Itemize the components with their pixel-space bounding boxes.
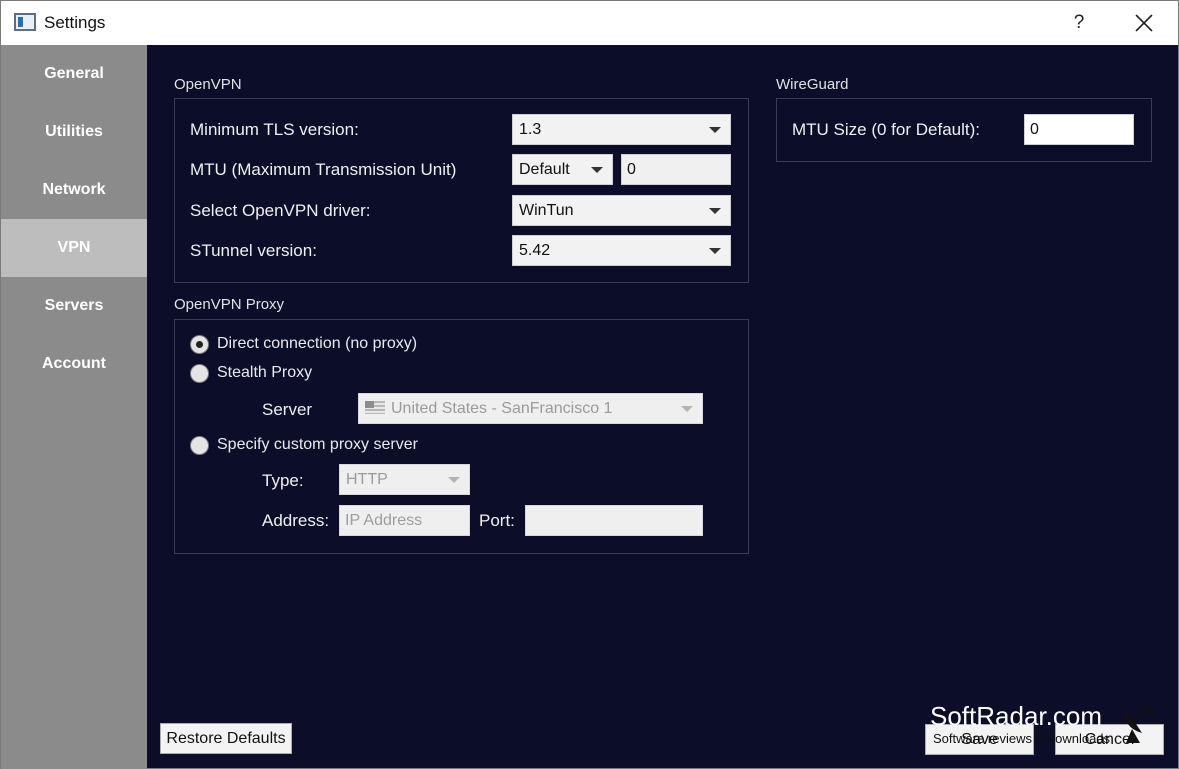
- driver-select[interactable]: WinTun: [512, 195, 731, 226]
- proxy-type-select[interactable]: HTTP: [339, 464, 470, 495]
- chevron-down-icon: [709, 248, 721, 254]
- sidebar-item-vpn[interactable]: VPN: [1, 219, 147, 277]
- type-label: Type:: [262, 471, 304, 490]
- direct-connection-radio[interactable]: [190, 335, 209, 354]
- mtu-mode-value: Default: [519, 161, 570, 178]
- close-button[interactable]: [1123, 5, 1165, 41]
- wireguard-mtu-label: MTU Size (0 for Default):: [792, 120, 980, 139]
- custom-proxy-radio[interactable]: [190, 436, 209, 455]
- port-input[interactable]: [525, 505, 703, 536]
- proxy-type-value: HTTP: [346, 471, 388, 488]
- driver-value: WinTun: [519, 202, 574, 219]
- address-input[interactable]: IP Address: [339, 505, 470, 536]
- sidebar-item-general[interactable]: General: [1, 45, 147, 103]
- sidebar: General Utilities Network VPN Servers Ac…: [1, 45, 147, 769]
- watermark-subtitle: Software reviews & downloads: [933, 731, 1111, 746]
- us-flag-icon: [365, 401, 385, 414]
- mtu-mode-select[interactable]: Default: [512, 154, 613, 185]
- softradar-watermark: SoftRadar.com Software reviews & downloa…: [930, 701, 1160, 751]
- sidebar-item-network[interactable]: Network: [1, 161, 147, 219]
- chevron-down-icon: [448, 477, 460, 483]
- driver-label: Select OpenVPN driver:: [190, 201, 371, 220]
- stealth-proxy-radio[interactable]: [190, 364, 209, 383]
- openvpn-section-title: OpenVPN: [174, 76, 242, 93]
- chevron-down-icon: [681, 406, 693, 412]
- min-tls-label: Minimum TLS version:: [190, 120, 359, 139]
- stunnel-value: 5.42: [519, 242, 551, 259]
- mtu-label: MTU (Maximum Transmission Unit): [190, 160, 457, 179]
- address-label: Address:: [262, 511, 330, 530]
- wireguard-section-title: WireGuard: [776, 76, 849, 93]
- stunnel-select[interactable]: 5.42: [512, 235, 731, 266]
- title-bar: Settings ?: [1, 1, 1178, 45]
- server-label: Server: [262, 400, 313, 419]
- custom-proxy-label[interactable]: Specify custom proxy server: [217, 436, 418, 454]
- sidebar-item-utilities[interactable]: Utilities: [1, 103, 147, 161]
- server-select[interactable]: United States - SanFrancisco 1: [358, 393, 703, 424]
- stealth-proxy-label[interactable]: Stealth Proxy: [217, 364, 312, 382]
- sidebar-item-servers[interactable]: Servers: [1, 277, 147, 335]
- wireguard-mtu-input[interactable]: 0: [1024, 114, 1134, 145]
- watermark-title: SoftRadar.com: [930, 701, 1102, 731]
- proxy-section-title: OpenVPN Proxy: [174, 296, 285, 313]
- mtu-value-input[interactable]: 0: [621, 154, 731, 185]
- stunnel-label: STunnel version:: [190, 241, 317, 260]
- close-icon: [1135, 14, 1153, 32]
- vpn-settings-panel: OpenVPN Minimum TLS version: 1.3 MTU (Ma…: [147, 45, 1178, 768]
- sidebar-item-account[interactable]: Account: [1, 335, 147, 393]
- port-label: Port:: [479, 511, 515, 530]
- chevron-down-icon: [591, 167, 603, 173]
- direct-connection-label[interactable]: Direct connection (no proxy): [217, 335, 417, 353]
- window-title: Settings: [44, 13, 106, 32]
- settings-window: Settings ? General Utilities Network VPN…: [0, 0, 1179, 769]
- min-tls-select[interactable]: 1.3: [512, 114, 731, 145]
- server-value: United States - SanFrancisco 1: [391, 400, 613, 417]
- min-tls-value: 1.3: [519, 121, 542, 138]
- restore-defaults-button[interactable]: Restore Defaults: [160, 723, 292, 754]
- app-icon: [14, 13, 36, 31]
- help-button[interactable]: ?: [1063, 7, 1095, 39]
- chevron-down-icon: [709, 127, 721, 133]
- chevron-down-icon: [709, 208, 721, 214]
- satellite-dish-icon: [1125, 704, 1155, 743]
